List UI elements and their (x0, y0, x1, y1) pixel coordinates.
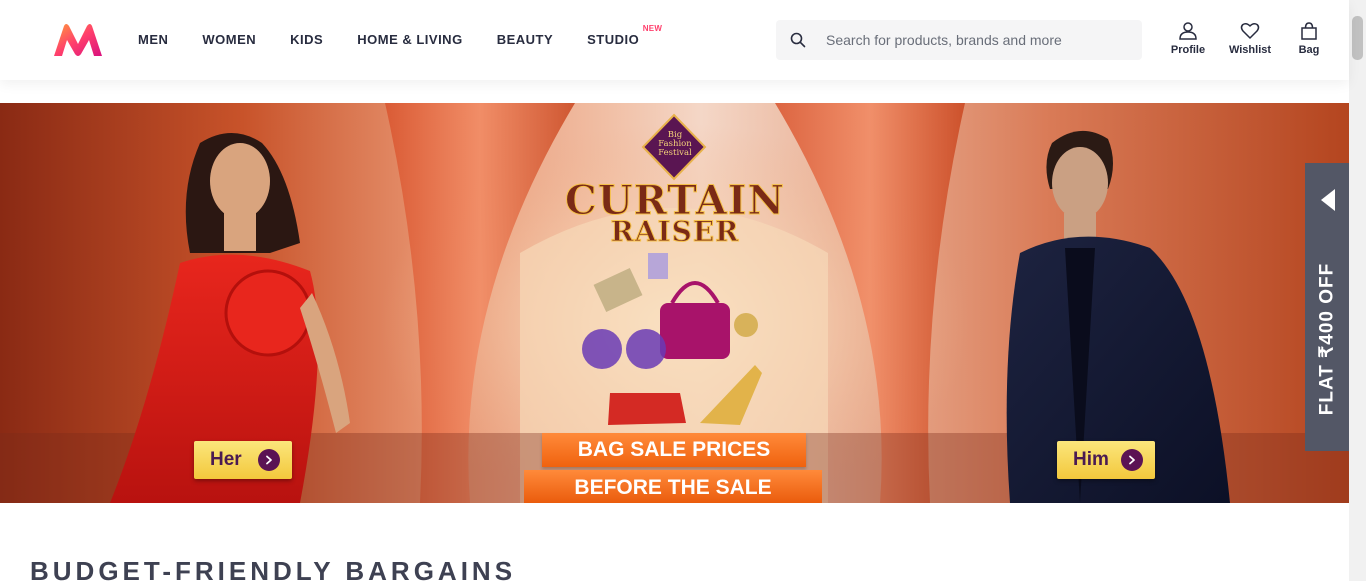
hero-banner[interactable]: Big Fashion Festival CURTAIN RAISER BAG … (0, 103, 1349, 503)
chevron-right-icon (258, 449, 280, 471)
bag-icon (1301, 22, 1317, 40)
nav-women[interactable]: WOMEN (185, 0, 273, 80)
festival-word-3: Festival (658, 148, 692, 158)
profile-icon (1179, 22, 1197, 40)
nav-men-label: MEN (138, 32, 169, 47)
heart-icon (1240, 23, 1260, 39)
profile-button[interactable]: Profile (1160, 22, 1216, 56)
chevron-right-icon (1121, 449, 1143, 471)
wishlist-button[interactable]: Wishlist (1216, 22, 1284, 56)
header-actions: Profile Wishlist Bag (1160, 22, 1334, 56)
festival-logo: Big Fashion Festival (646, 131, 704, 158)
nav-kids[interactable]: KIDS (273, 0, 340, 80)
nav-women-label: WOMEN (202, 32, 257, 47)
banner-step-upper: BAG SALE PRICES (542, 433, 806, 467)
offer-side-tab[interactable]: FLAT ₹400 OFF (1305, 163, 1349, 451)
nav-kids-label: KIDS (290, 32, 324, 47)
shop-him-label: Him (1073, 449, 1109, 470)
myntra-logo[interactable] (52, 22, 104, 58)
page-scrollbar[interactable] (1349, 0, 1366, 581)
offer-text: FLAT ₹400 OFF (1316, 262, 1338, 416)
new-badge: NEW (642, 24, 663, 33)
nav-men[interactable]: MEN (121, 0, 185, 80)
nav-home-living[interactable]: HOME & LIVING (340, 0, 479, 80)
site-header: MEN WOMEN KIDS HOME & LIVING BEAUTY STUD… (0, 0, 1349, 80)
main-nav: MEN WOMEN KIDS HOME & LIVING BEAUTY STUD… (121, 0, 662, 80)
profile-label: Profile (1170, 44, 1206, 56)
shop-him-button[interactable]: Him (1057, 441, 1155, 479)
shop-her-label: Her (210, 449, 242, 470)
search-input[interactable] (826, 32, 1126, 48)
nav-beauty[interactable]: BEAUTY (480, 0, 570, 80)
banner-step-lower: BEFORE THE SALE (524, 470, 822, 503)
shop-her-button[interactable]: Her (194, 441, 292, 479)
scrollbar-thumb[interactable] (1352, 16, 1363, 60)
wishlist-label: Wishlist (1228, 44, 1272, 56)
banner-subtitle: RAISER (610, 215, 740, 249)
bag-label: Bag (1298, 44, 1320, 56)
nav-home-living-label: HOME & LIVING (357, 32, 463, 47)
collapse-arrow-icon[interactable] (1321, 189, 1335, 211)
search-icon[interactable] (776, 20, 820, 60)
bag-button[interactable]: Bag (1284, 22, 1334, 56)
section-title: BUDGET-FRIENDLY BARGAINS (30, 556, 517, 581)
nav-studio-label: STUDIO (587, 32, 640, 47)
search-bar (776, 20, 1142, 60)
nav-beauty-label: BEAUTY (496, 32, 554, 47)
page: MEN WOMEN KIDS HOME & LIVING BEAUTY STUD… (0, 0, 1366, 581)
nav-studio[interactable]: STUDIO NEW (570, 0, 662, 80)
